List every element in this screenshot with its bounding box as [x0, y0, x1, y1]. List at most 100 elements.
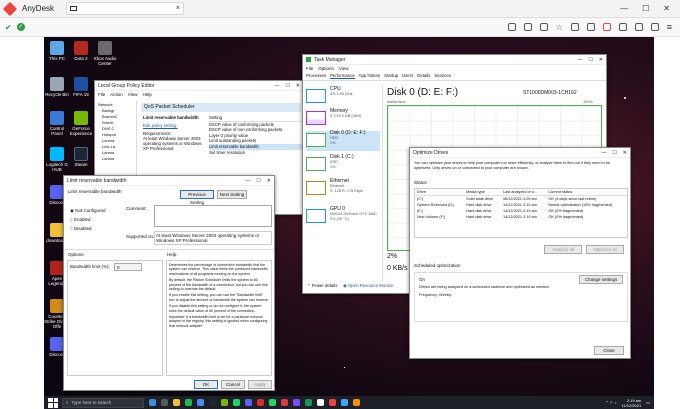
taskbar-app-icon[interactable] — [293, 399, 300, 406]
desktop-icon-fifa-19[interactable]: FIFA 19 — [68, 77, 94, 97]
desktop-icon-geforce[interactable]: GeForce Experience — [68, 111, 94, 136]
monitor-switch-icon[interactable] — [602, 23, 611, 31]
limit-bandwidth-dialog[interactable]: Limit reservable bandwidth — ☐ ✕ Limit res… — [63, 175, 275, 391]
tm-menu-file[interactable]: File — [306, 66, 313, 71]
taskbar-app-icon[interactable] — [173, 399, 180, 406]
gpe-edit-link[interactable]: Edit policy setting. — [143, 123, 205, 128]
bandwidth-limit-spinner[interactable]: 0 — [114, 263, 142, 271]
remote-desktop[interactable]: This PC Dota 2 Xbox Audio Center Recycle… — [44, 37, 654, 409]
desktop-icon-xbox-audio[interactable]: Xbox Audio Center — [92, 41, 118, 66]
tab-startup[interactable]: Startup — [384, 73, 398, 79]
ok-button[interactable]: OK — [194, 380, 218, 389]
taskbar-app-icon[interactable] — [185, 399, 192, 406]
lrb-close-button[interactable]: ✕ — [267, 178, 271, 184]
permissions-icon[interactable] — [650, 23, 659, 31]
taskbar-app-icon[interactable] — [161, 399, 168, 406]
next-setting-button[interactable]: Next Setting — [217, 190, 247, 199]
tm-menu-view[interactable]: View — [339, 66, 349, 71]
tm-min-button[interactable]: — — [577, 57, 582, 63]
desktop-icon-recycle-bin[interactable]: Recycle Bin — [44, 77, 70, 97]
gpe-menu-file[interactable]: File — [98, 92, 105, 97]
tab-app-history[interactable]: App history — [359, 73, 381, 79]
tray-icons[interactable]: ⌃ ⚐ ♪ — [605, 400, 616, 405]
gpe-max-button[interactable]: ☐ — [285, 83, 289, 89]
od-close-button[interactable]: ✕ — [623, 150, 627, 156]
clock[interactable]: 2:19 am 11/12/2021 — [621, 398, 641, 408]
analyze-all-button[interactable]: Analyze all — [544, 245, 582, 254]
drives-table[interactable]: Drive Media type Last analyzed or o... C… — [414, 188, 628, 238]
notification-icon[interactable]: ▭ — [646, 400, 650, 405]
tree-item[interactable]: Lanma — [98, 156, 133, 162]
change-settings-button[interactable]: Change settings — [579, 275, 623, 284]
perf-item-ethernet[interactable]: Ethernet Ethernet S: 128 R: 176 Kbps — [306, 179, 380, 199]
taskbar-app-icon[interactable] — [329, 399, 336, 406]
tm-close-button[interactable]: ✕ — [599, 57, 603, 63]
favorite-star-icon[interactable]: ☆ — [556, 23, 563, 32]
tm-max-button[interactable]: ☐ — [588, 57, 592, 63]
cancel-button[interactable]: Cancel — [221, 380, 245, 389]
gpe-close-button[interactable]: ✕ — [296, 83, 300, 89]
gpe-menu-help[interactable]: Help — [142, 92, 151, 97]
apply-button[interactable]: Apply — [248, 380, 272, 389]
taskbar-app-icon[interactable] — [149, 399, 156, 406]
taskbar-app-icon[interactable] — [353, 399, 360, 406]
taskbar-app-icon[interactable] — [257, 399, 264, 406]
windows-start-icon[interactable] — [48, 397, 58, 408]
radio-disabled[interactable]: ○ Disabled — [70, 224, 105, 233]
taskbar-app-icon[interactable] — [209, 399, 216, 406]
tab-details[interactable]: Details — [417, 73, 430, 79]
session-tab[interactable]: × — [66, 2, 185, 15]
desktop-icon-dota-2[interactable]: Dota 2 — [68, 41, 94, 61]
gpe-menu-view[interactable]: View — [128, 92, 138, 97]
comment-field[interactable] — [154, 205, 272, 227]
taskbar-app-icon[interactable] — [245, 399, 252, 406]
connection-check-icon[interactable]: ✔ — [5, 23, 12, 32]
actions-icon[interactable] — [539, 23, 548, 31]
tab-performance[interactable]: Performance — [330, 73, 355, 79]
input-icon[interactable] — [523, 23, 532, 31]
desktop-icon-control-panel[interactable]: Control Panel — [44, 111, 70, 136]
desktop-icon-this-pc[interactable]: This PC — [44, 41, 70, 61]
taskbar-app-icon[interactable] — [305, 399, 312, 406]
perf-item-gpu[interactable]: GPU 0 NVIDIA GeForce GTX 1660 2% (25 °C) — [306, 207, 380, 227]
perf-item-disk1[interactable]: Disk 1 (C:) SSD 1% — [306, 155, 380, 175]
tm-menu-options[interactable]: Options — [318, 66, 334, 71]
file-transfer-icon[interactable] — [570, 23, 579, 31]
gpe-setting-row[interactable]: Set timer resolution — [209, 150, 303, 156]
taskbar-search[interactable]: ⌕ Type here to search — [62, 397, 144, 408]
radio-not-configured[interactable]: ◉ Not Configured — [70, 206, 105, 215]
previous-setting-button[interactable]: Previous Setting — [180, 190, 214, 205]
close-button[interactable]: Close — [594, 346, 624, 355]
tab-users[interactable]: Users — [402, 73, 413, 79]
menu-icon[interactable]: ≡ — [667, 22, 672, 32]
open-resource-monitor-link[interactable]: ◉ Open Resource Monitor — [343, 283, 394, 289]
taskbar-app-icon[interactable] — [269, 399, 276, 406]
taskbar-app-icon[interactable] — [197, 399, 204, 406]
perf-item-disk0[interactable]: Disk 0 (D: E: F:) HDD 2% — [306, 131, 380, 151]
fewer-details-link[interactable]: ⌃ Fewer details — [307, 283, 337, 289]
accept-icon[interactable]: ✓ — [16, 22, 25, 31]
taskbar-app-icon[interactable] — [221, 399, 228, 406]
od-min-button[interactable]: — — [601, 150, 606, 156]
display-settings-icon[interactable] — [507, 23, 516, 31]
taskbar-app-icon[interactable] — [233, 399, 240, 406]
screenshot-icon[interactable] — [586, 23, 595, 31]
table-row[interactable]: New Volume (F:) Hard disk drive 14/12/2021… — [415, 214, 627, 220]
od-max-button[interactable]: ☐ — [612, 150, 616, 156]
taskbar-app-icon[interactable] — [341, 399, 348, 406]
perf-item-memory[interactable]: Memory 5.7/15.9 GB (36%) — [306, 109, 380, 129]
desktop-icon-logitech[interactable]: Logitech G HUB — [44, 147, 70, 172]
gpe-settings-list[interactable]: Setting DSCP value of conforming packets… — [209, 115, 303, 155]
desktop-icon-steam[interactable]: Steam — [68, 147, 94, 167]
tab-processes[interactable]: Processes — [306, 73, 326, 79]
whiteboard-icon[interactable] — [634, 23, 643, 31]
gpe-menu-action[interactable]: Action — [110, 92, 123, 97]
lrb-min-button[interactable]: — — [245, 178, 250, 184]
optimize-all-button[interactable]: Optimize all — [586, 245, 624, 254]
optimize-drives-window[interactable]: Optimize Drives — ☐ ✕ You can optimize you… — [409, 147, 631, 359]
taskbar-app-icon[interactable] — [317, 399, 324, 406]
close-button[interactable]: ✕ — [663, 4, 670, 13]
chat-icon[interactable] — [618, 23, 627, 31]
gpe-min-button[interactable]: — — [274, 83, 279, 89]
radio-enabled[interactable]: ○ Enabled — [70, 215, 105, 224]
